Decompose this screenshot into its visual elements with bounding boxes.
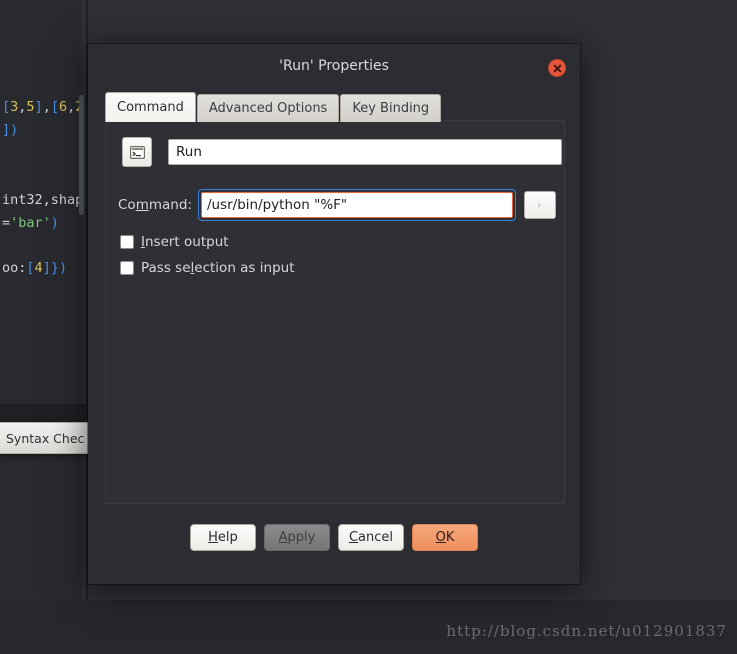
editor-scrollbar-thumb[interactable] [79, 95, 84, 215]
code-token: } [50, 260, 59, 276]
checkbox-insert-output[interactable]: Insert output [120, 234, 229, 250]
command-row: Command: [118, 189, 556, 221]
dialog-title: 'Run' Properties [279, 58, 389, 74]
code-token: ) [10, 122, 19, 138]
tab-key-binding-label: Key Binding [352, 101, 430, 116]
apply-button[interactable]: Apply [263, 524, 330, 551]
close-icon[interactable] [548, 59, 566, 77]
code-line: [3,5],[6,2 [2, 100, 83, 114]
code-token: ) [50, 215, 59, 231]
command-label: Command: [118, 197, 192, 213]
code-editor-panel[interactable]: [3,5],[6,2])int32,shap='bar')oo:[4]}) [0, 0, 88, 600]
command-tab-panel: Command: Insert output Pass selection as… [105, 120, 565, 504]
code-token: [ [26, 260, 35, 276]
dialog-tabbar: Command Advanced Options Key Binding [105, 92, 442, 122]
tab-key-binding[interactable]: Key Binding [340, 94, 442, 122]
watermark-text: http://blog.csdn.net/u012901837 [446, 622, 727, 640]
terminal-icon[interactable] [122, 137, 152, 167]
checkbox-pass-selection-label: Pass selection as input [141, 260, 295, 276]
checkbox-pass-selection-box[interactable] [120, 261, 134, 275]
code-token: ) [58, 260, 68, 276]
code-token: int32 [2, 192, 43, 208]
code-token: ] [34, 99, 43, 115]
command-input-focus-ring [197, 189, 516, 221]
checkbox-insert-output-box[interactable] [120, 235, 134, 249]
browse-button[interactable] [523, 191, 556, 219]
checkbox-pass-selection[interactable]: Pass selection as input [120, 260, 294, 276]
menu-item-label: Syntax Chec [6, 430, 85, 446]
help-button[interactable]: Help [189, 524, 256, 551]
name-row [122, 137, 562, 167]
code-line: ]) [2, 123, 18, 137]
code-token: oo [2, 260, 19, 276]
tab-command[interactable]: Command [105, 92, 196, 122]
code-token: 6 [58, 99, 68, 115]
code-token: ] [42, 260, 51, 276]
menu-item-syntax-check[interactable]: Syntax Chec [0, 422, 89, 454]
menu-popup-shadow [0, 404, 92, 422]
dialog-footer: Help Apply Cancel OK [88, 524, 580, 551]
run-properties-dialog: 'Run' Properties Command Advanced Option… [88, 44, 580, 584]
checkbox-insert-output-label: Insert output [141, 234, 229, 250]
name-input[interactable] [168, 139, 562, 165]
cancel-button[interactable]: Cancel [337, 524, 405, 551]
code-token: ] [2, 122, 11, 138]
code-token: 5 [26, 99, 35, 115]
code-token: 'bar' [10, 215, 51, 231]
code-token: [ [50, 99, 59, 115]
code-token: , [42, 192, 51, 208]
code-token: [ [2, 99, 11, 115]
tab-advanced-options[interactable]: Advanced Options [196, 94, 340, 122]
ok-button[interactable]: OK [412, 524, 479, 551]
tab-advanced-options-label: Advanced Options [208, 101, 328, 116]
code-token: , [42, 99, 51, 115]
command-input[interactable] [200, 192, 513, 218]
code-token: = [2, 215, 11, 231]
tab-command-label: Command [117, 100, 184, 115]
code-line: ='bar') [2, 216, 59, 230]
code-token: 4 [34, 260, 43, 276]
code-line: oo:[4]}) [2, 261, 67, 275]
dialog-titlebar: 'Run' Properties [88, 44, 580, 90]
code-line: int32,shap [2, 193, 83, 207]
